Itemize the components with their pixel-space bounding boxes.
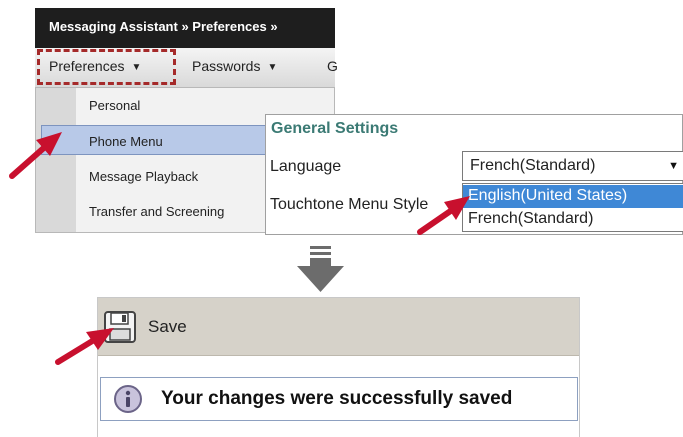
menu-item-personal[interactable]: Personal [89,98,140,113]
section-title: General Settings [271,120,399,137]
passwords-menu-button[interactable]: Passwords ▼ [192,58,277,74]
language-label: Language [270,158,342,175]
red-pointer-arrow-icon [9,132,62,179]
language-select-value: French(Standard) [470,157,596,174]
next-menu-label: G [327,58,338,74]
touchtone-menu-style-label: Touchtone Menu Style [270,196,429,213]
chevron-down-icon: ▼ [267,62,278,73]
save-panel: Save Your changes were successfully save… [97,297,580,437]
success-message: Your changes were successfully saved [161,388,513,409]
info-icon [114,385,142,413]
passwords-menu-label: Passwords [192,58,261,74]
breadcrumb: Messaging Assistant » Preferences » [49,19,278,34]
down-arrow-icon [297,246,344,292]
menu-item-transfer-screening[interactable]: Transfer and Screening [89,204,224,219]
chevron-down-icon: ▼ [668,160,679,172]
red-pointer-arrow-icon [55,328,114,365]
save-toolbar: Save [98,298,579,356]
success-notice: Your changes were successfully saved [100,377,578,421]
language-options-list: English(United States) French(Standard) [462,183,683,232]
next-menu-button[interactable]: G [327,58,338,74]
save-label: Save [148,317,187,336]
breadcrumb-bar: Messaging Assistant » Preferences » [35,8,335,48]
red-pointer-arrow-icon [417,196,470,235]
language-option-english[interactable]: English(United States) [463,185,683,208]
preferences-highlight-box [37,49,176,85]
menu-item-message-playback[interactable]: Message Playback [89,169,198,184]
general-settings-panel: General Settings Language Touchtone Menu… [265,114,683,235]
language-option-french[interactable]: French(Standard) [463,208,683,231]
menu-item-phone-menu[interactable]: Phone Menu [89,134,163,149]
language-select[interactable]: French(Standard) ▼ [462,151,683,181]
